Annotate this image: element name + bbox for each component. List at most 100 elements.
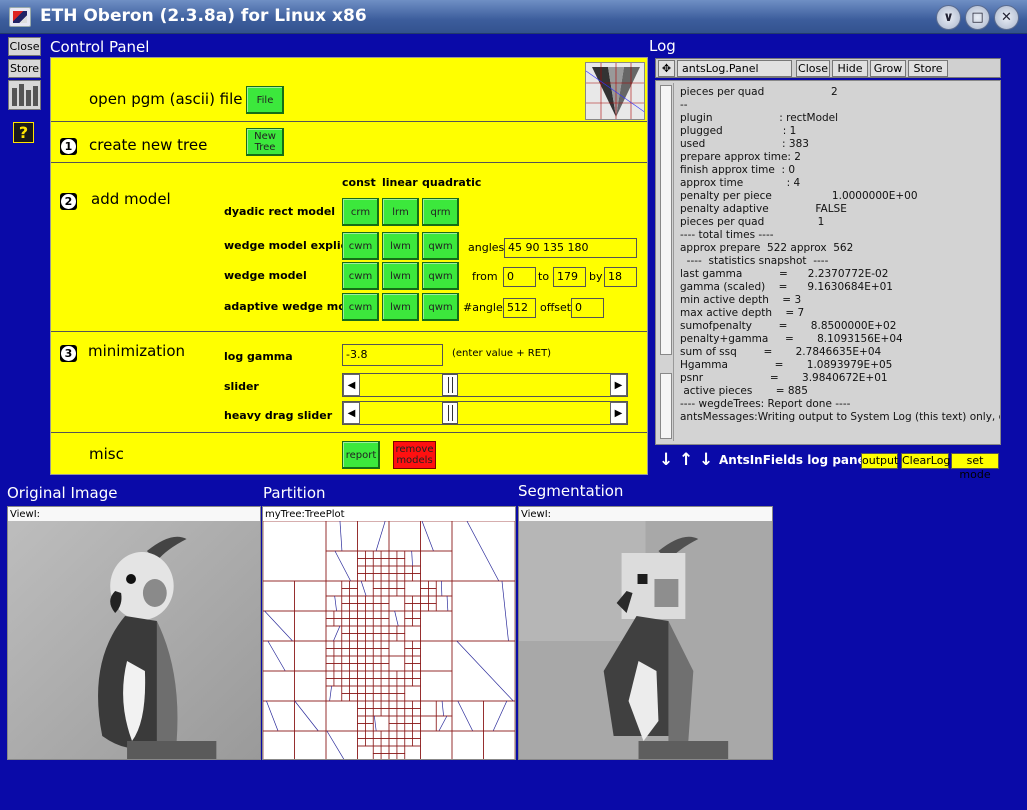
remove-models-button[interactable]: remove models	[393, 441, 436, 469]
nangles-input[interactable]: 512	[503, 298, 536, 318]
heavy-slider-right-arrow-icon[interactable]: ▶	[610, 402, 627, 424]
minimization-label: minimization	[88, 342, 186, 360]
slider-right-arrow-icon[interactable]: ▶	[610, 374, 627, 396]
model-button[interactable]: qwm	[422, 293, 459, 321]
viewer-label: ViewI:	[521, 509, 552, 520]
original-image-title: Original Image	[7, 484, 118, 502]
log-hide-button[interactable]: Hide	[832, 60, 868, 77]
viewer-label: myTree:TreePlot	[265, 509, 345, 520]
move-icon[interactable]: ✥	[658, 60, 675, 77]
step-2-icon: 2	[60, 193, 77, 210]
minimize-icon[interactable]: ∨	[936, 5, 961, 30]
log-footer-label: AntsInFields log panel	[719, 453, 870, 467]
arrow-up-icon[interactable]: ↑	[679, 450, 693, 470]
setmode-button[interactable]: set mode	[951, 453, 999, 481]
slider-left-arrow-icon[interactable]: ◀	[343, 374, 360, 396]
slider-knob[interactable]	[441, 374, 458, 396]
log-grow-button[interactable]: Grow	[870, 60, 906, 77]
partition-plot	[263, 521, 515, 759]
by-input[interactable]: 18	[604, 267, 637, 287]
open-pgm-label: open pgm (ascii) file	[89, 90, 243, 108]
row-label: wedge model explicit	[224, 239, 357, 252]
log-line: pieces per quad 2	[680, 86, 838, 98]
close-window-icon[interactable]: ✕	[994, 5, 1019, 30]
help-icon[interactable]: ?	[13, 122, 34, 143]
log-text[interactable]: pieces per quad 2 -- plugin : rectModel plu…	[655, 80, 1001, 445]
control-panel-title: Control Panel	[50, 38, 150, 56]
offset-input[interactable]: 0	[571, 298, 604, 318]
to-input[interactable]: 179	[553, 267, 586, 287]
log-store-button[interactable]: Store	[908, 60, 948, 77]
title-bar[interactable]: ETH Oberon (2.3.8a) for Linux x86 ∨ □ ✕	[0, 0, 1027, 34]
partition-viewer[interactable]: myTree:TreePlot	[262, 506, 516, 760]
tool-close-button[interactable]: Close	[8, 37, 41, 56]
log-title: Log	[649, 37, 676, 55]
log-line: Hgamma = 1.0893979E+05	[680, 359, 893, 371]
angles-input[interactable]: 45 90 135 180	[504, 238, 637, 258]
model-button[interactable]: cwm	[342, 293, 379, 321]
tool-store-button[interactable]: Store	[8, 59, 41, 78]
new-tree-button[interactable]: New Tree	[246, 128, 284, 156]
model-button[interactable]: lwm	[382, 293, 419, 321]
original-image-viewer[interactable]: ViewI:	[7, 506, 261, 760]
log-line: sumofpenalty = 8.8500000E+02	[680, 320, 897, 332]
heavy-slider-left-arrow-icon[interactable]: ◀	[343, 402, 360, 424]
arrow-down-icon[interactable]: ↓	[659, 450, 673, 470]
log-line: --	[680, 99, 688, 111]
model-button[interactable]: lwm	[382, 262, 419, 290]
log-line: gamma (scaled) = 9.1630684E+01	[680, 281, 893, 293]
clearlog-button[interactable]: ClearLog	[901, 453, 950, 469]
create-tree-label: create new tree	[89, 136, 208, 154]
from-input[interactable]: 0	[503, 267, 536, 287]
model-button[interactable]: lrm	[382, 198, 419, 226]
partition-title: Partition	[263, 484, 326, 502]
model-button[interactable]: qrm	[422, 198, 459, 226]
control-panel: open pgm (ascii) file File 1 create new …	[50, 57, 648, 475]
col-const: const	[342, 176, 376, 189]
arrow-down-icon[interactable]: ↓	[699, 450, 713, 470]
log-line: penalty adaptive FALSE	[680, 203, 847, 215]
heavy-slider-knob[interactable]	[441, 402, 458, 424]
log-line: penalty per piece 1.0000000E+00	[680, 190, 918, 202]
log-line: ---- wegdeTrees: Report done ----	[680, 398, 851, 410]
log-panel-name: antsLog.Panel	[677, 60, 792, 77]
loggamma-input[interactable]: -3.8	[342, 344, 443, 366]
segmentation-viewer[interactable]: ViewI:	[518, 506, 773, 760]
loggamma-label: log gamma	[224, 350, 293, 363]
model-button[interactable]: cwm	[342, 232, 379, 260]
model-button[interactable]: qwm	[422, 262, 459, 290]
report-button[interactable]: report	[342, 441, 380, 469]
filer-icon[interactable]	[8, 80, 41, 110]
viewer-label: ViewI:	[10, 509, 41, 520]
nangles-label: #angles	[463, 301, 509, 314]
log-line: antsMessages:Writing output to System Lo…	[680, 411, 1001, 423]
heavy-slider-label: heavy drag slider	[224, 409, 333, 422]
log-line: last gamma = 2.2370772E-02	[680, 268, 889, 280]
segmentation-image	[519, 521, 772, 759]
step-3-icon: 3	[60, 345, 77, 362]
model-button[interactable]: qwm	[422, 232, 459, 260]
log-line: pieces per quad 1	[680, 216, 825, 228]
to-label: to	[538, 270, 550, 283]
log-scrollbar[interactable]	[658, 83, 674, 441]
log-line: approx prepare 522 approx 562	[680, 242, 854, 254]
log-line: plugin : rectModel	[680, 112, 839, 124]
model-button[interactable]: lwm	[382, 232, 419, 260]
file-button[interactable]: File	[246, 86, 284, 114]
output-button[interactable]: output	[861, 453, 898, 469]
offset-label: offset	[540, 301, 572, 314]
log-close-button[interactable]: Close	[796, 60, 830, 77]
oberon-app-icon[interactable]	[9, 7, 31, 27]
model-button[interactable]: crm	[342, 198, 379, 226]
log-line: penalty+gamma = 8.1093156E+04	[680, 333, 903, 345]
log-line: used : 383	[680, 138, 809, 150]
heavy-drag-slider[interactable]: ◀ ▶	[342, 401, 628, 425]
by-label: by	[589, 270, 603, 283]
misc-label: misc	[89, 445, 124, 463]
slider[interactable]: ◀ ▶	[342, 373, 628, 397]
maximize-icon[interactable]: □	[965, 5, 990, 30]
model-button[interactable]: cwm	[342, 262, 379, 290]
log-line: sum of ssq = 2.7846635E+04	[680, 346, 882, 358]
log-line: min active depth = 3	[680, 294, 802, 306]
col-quadratic: quadratic	[422, 176, 482, 189]
